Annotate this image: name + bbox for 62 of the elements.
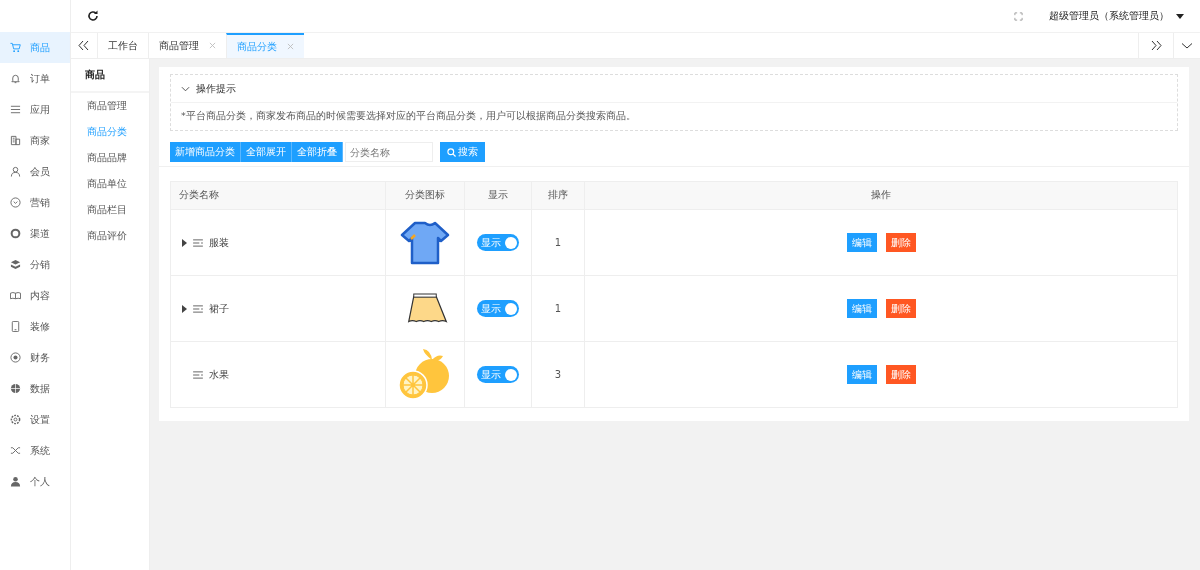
- gear-icon: [10, 414, 21, 425]
- subnav-item[interactable]: 商品品牌: [71, 145, 149, 171]
- bell-icon: [10, 73, 21, 84]
- sidebar-item[interactable]: 营销: [0, 187, 70, 218]
- column-header: 分类名称: [170, 181, 386, 210]
- shuffle-icon: [10, 445, 21, 456]
- sidebar-item[interactable]: 分销: [0, 249, 70, 280]
- user-menu[interactable]: 超级管理员（系统管理员）: [1049, 9, 1184, 23]
- circle-icon: [10, 228, 21, 239]
- sidebar-item[interactable]: 装修: [0, 311, 70, 342]
- sidebar-item[interactable]: 数据: [0, 373, 70, 404]
- tab[interactable]: 工作台: [97, 33, 148, 58]
- expand-icon[interactable]: [182, 238, 187, 247]
- list-icon: [193, 304, 203, 313]
- list-icon: [10, 104, 21, 115]
- category-name: 裙子: [209, 301, 229, 316]
- subnav-item[interactable]: 商品管理: [71, 93, 149, 119]
- list-icon: [193, 370, 203, 379]
- subnav-item[interactable]: 商品单位: [71, 171, 149, 197]
- expand-icon[interactable]: [182, 304, 187, 313]
- sidebar-item[interactable]: 应用: [0, 94, 70, 125]
- stack-icon: [10, 259, 21, 270]
- shirt-icon: [400, 220, 450, 265]
- close-icon[interactable]: [209, 42, 216, 49]
- sidebar-item[interactable]: 内容: [0, 280, 70, 311]
- search-field[interactable]: 分类名称: [345, 142, 433, 162]
- building-icon: [10, 135, 21, 146]
- fullscreen-icon[interactable]: [1014, 11, 1023, 21]
- notice-text: *平台商品分类，商家发布商品的时候需要选择对应的平台商品分类，用户可以根据商品分类搜索商品。: [180, 109, 637, 123]
- sidebar-item[interactable]: 个人: [0, 466, 70, 497]
- sidebar-item[interactable]: 渠道: [0, 218, 70, 249]
- category-name: 水果: [209, 367, 229, 382]
- caret-icon: [1176, 13, 1184, 19]
- cart-icon: [10, 42, 21, 53]
- chevron-icon: [181, 85, 190, 92]
- sidebar-item[interactable]: 设置: [0, 404, 70, 435]
- table-cell: 1: [531, 275, 585, 342]
- category-name: 服装: [209, 235, 229, 250]
- search-icon: [447, 147, 456, 157]
- globe-icon: [10, 383, 21, 394]
- column-header: 排序: [531, 181, 585, 210]
- column-header: 操作: [584, 181, 1178, 210]
- list-icon: [193, 238, 203, 247]
- table-cell: 3: [531, 341, 585, 408]
- subnav-item[interactable]: 商品栏目: [71, 197, 149, 223]
- close-icon[interactable]: [287, 43, 294, 50]
- refresh-icon[interactable]: [87, 10, 99, 22]
- fruit-icon: [398, 347, 452, 402]
- column-header: 分类图标: [385, 181, 465, 210]
- sidebar-item[interactable]: 商家: [0, 125, 70, 156]
- sidebar-item[interactable]: 系统: [0, 435, 70, 466]
- subnav-item[interactable]: 商品评价: [71, 223, 149, 249]
- notice-header[interactable]: 操作提示: [171, 75, 1177, 103]
- person-icon: [10, 166, 21, 177]
- user-icon: [10, 476, 21, 487]
- phone-icon: [10, 321, 21, 332]
- sidebar-item[interactable]: 订单: [0, 63, 70, 94]
- column-header: 显示: [464, 181, 532, 210]
- sidebar-item[interactable]: 会员: [0, 156, 70, 187]
- sidebar-item[interactable]: 财务: [0, 342, 70, 373]
- book-icon: [10, 290, 21, 301]
- table-cell: 1: [531, 209, 585, 276]
